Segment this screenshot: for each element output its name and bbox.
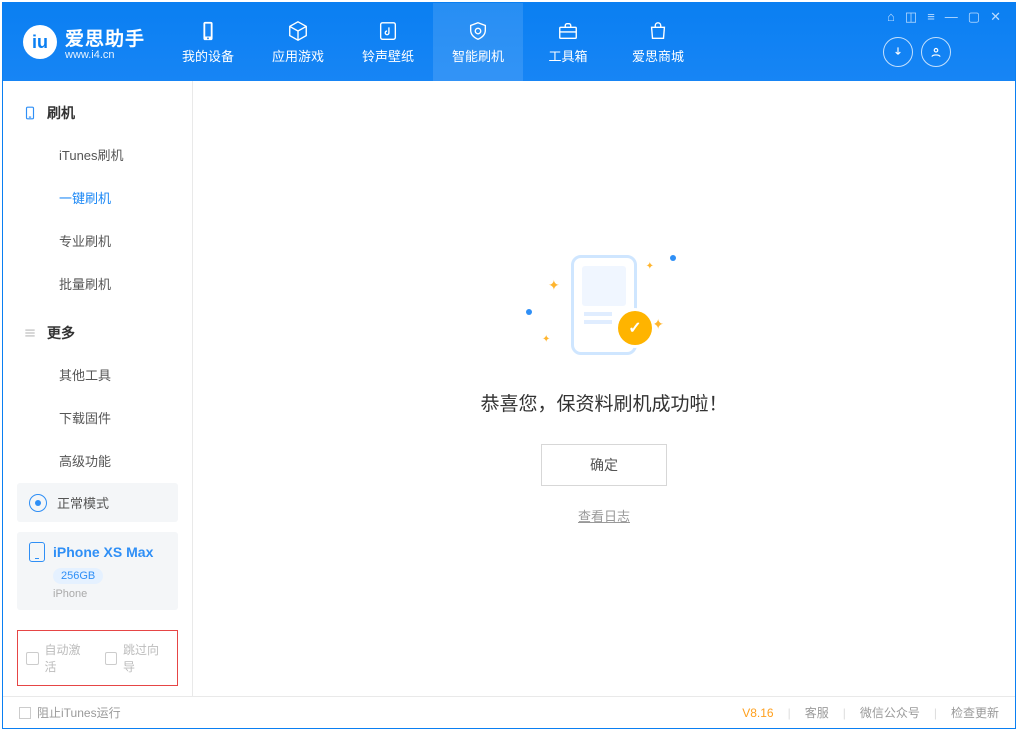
footer: 阻止iTunes运行 V8.16 | 客服 | 微信公众号 | 检查更新 (3, 696, 1015, 728)
logo-icon: iu (23, 25, 57, 59)
sidebar-item-other-tools[interactable]: 其他工具 (3, 353, 192, 396)
header-right: ⌂ ◫ ≡ — ▢ ✕ (883, 3, 1005, 81)
sidebar-group-more[interactable]: 更多 (3, 317, 192, 349)
toolbox-icon (556, 20, 580, 42)
nav: 我的设备 应用游戏 铃声壁纸 智能刷机 工具箱 爱思商城 (163, 3, 703, 81)
list-icon (23, 326, 37, 340)
close-button[interactable]: ✕ (990, 9, 1001, 25)
app-logo: iu 爱思助手 www.i4.cn (3, 3, 163, 81)
sparkle-icon: ✦ (548, 277, 560, 294)
checkbox-skip-guide[interactable]: 跳过向导 (105, 641, 170, 675)
nav-toolbox[interactable]: 工具箱 (523, 3, 613, 81)
sparkle-icon: ✦ (646, 261, 654, 272)
sparkle-icon: ✦ (542, 334, 550, 345)
sidebar-item-itunes-flash[interactable]: iTunes刷机 (3, 133, 192, 176)
sidebar: 刷机 iTunes刷机 一键刷机 专业刷机 批量刷机 更多 其他工具 下载固件 … (3, 81, 193, 696)
device-type: iPhone (53, 588, 166, 600)
phone-icon (196, 20, 220, 42)
maximize-button[interactable]: ▢ (968, 9, 980, 25)
sidebar-item-pro-flash[interactable]: 专业刷机 (3, 219, 192, 262)
cube-icon (286, 20, 310, 42)
music-file-icon (376, 20, 400, 42)
checkbox-auto-activate[interactable]: 自动激活 (26, 641, 91, 675)
device-icon (29, 542, 45, 562)
main-content: ✦ ✦ ✦ ✦ ✓ 恭喜您，保资料刷机成功啦！ 确定 查看日志 (193, 81, 1015, 696)
success-message: 恭喜您，保资料刷机成功啦！ (480, 389, 727, 416)
phone-outline-icon (23, 104, 37, 122)
app-title: 爱思助手 (65, 29, 145, 50)
menu-icon[interactable]: ≡ (927, 9, 935, 25)
dot-icon (670, 255, 676, 261)
view-log-link[interactable]: 查看日志 (578, 506, 630, 525)
nav-apps[interactable]: 应用游戏 (253, 3, 343, 81)
checkbox-block-itunes[interactable]: 阻止iTunes运行 (19, 704, 121, 721)
sidebar-item-advanced[interactable]: 高级功能 (3, 439, 192, 482)
device-card[interactable]: iPhone XS Max 256GB iPhone (17, 532, 178, 610)
footer-support-link[interactable]: 客服 (805, 704, 829, 721)
account-button[interactable] (921, 37, 951, 67)
nav-my-device[interactable]: 我的设备 (163, 3, 253, 81)
sparkle-icon: ✦ (652, 316, 664, 333)
sidebar-group-flash[interactable]: 刷机 (3, 97, 192, 129)
device-capacity: 256GB (53, 568, 103, 584)
bag-icon (646, 20, 670, 42)
nav-ringtones[interactable]: 铃声壁纸 (343, 3, 433, 81)
version-label: V8.16 (742, 706, 773, 720)
sidebar-item-download-firmware[interactable]: 下载固件 (3, 396, 192, 439)
success-illustration: ✦ ✦ ✦ ✦ ✓ (524, 253, 684, 363)
check-badge-icon: ✓ (618, 311, 652, 345)
footer-update-link[interactable]: 检查更新 (951, 704, 999, 721)
options-highlight-box: 自动激活 跳过向导 (17, 630, 178, 686)
sidebar-item-batch-flash[interactable]: 批量刷机 (3, 262, 192, 305)
nav-store[interactable]: 爱思商城 (613, 3, 703, 81)
minimize-button[interactable]: — (945, 9, 958, 25)
header: iu 爱思助手 www.i4.cn 我的设备 应用游戏 铃声壁纸 智能刷机 (3, 3, 1015, 81)
feedback-icon[interactable]: ◫ (905, 9, 917, 25)
tshirt-icon[interactable]: ⌂ (887, 9, 895, 25)
sidebar-item-oneclick-flash[interactable]: 一键刷机 (3, 176, 192, 219)
footer-wechat-link[interactable]: 微信公众号 (860, 704, 920, 721)
ok-button[interactable]: 确定 (541, 444, 667, 486)
app-url: www.i4.cn (65, 49, 145, 61)
device-mode[interactable]: 正常模式 (17, 483, 178, 522)
shield-refresh-icon (466, 20, 490, 42)
mode-icon (29, 494, 47, 512)
nav-flash[interactable]: 智能刷机 (433, 3, 523, 81)
dot-icon (526, 309, 532, 315)
download-button[interactable] (883, 37, 913, 67)
